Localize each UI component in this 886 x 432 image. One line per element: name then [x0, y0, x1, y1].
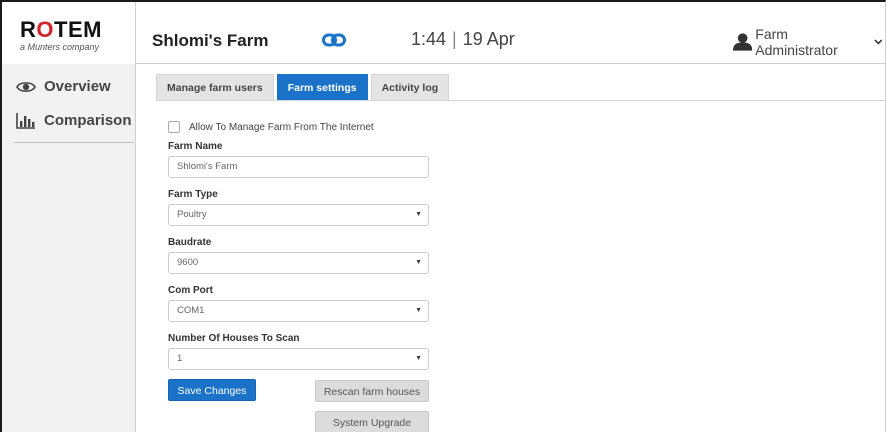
tab-activity-log[interactable]: Activity log [370, 74, 450, 100]
logo-tagline: a Munters company [20, 42, 100, 52]
houses-to-scan-select[interactable]: 1 ▼ [168, 348, 429, 370]
sidebar-divider [14, 142, 134, 143]
dropdown-caret-icon: ▼ [415, 355, 422, 362]
link-icon[interactable] [322, 32, 346, 48]
top-header: ROTEM a Munters company Shlomi's Farm 1:… [2, 2, 885, 64]
sidebar-item-label: Comparison [44, 112, 132, 129]
logo[interactable]: ROTEM a Munters company [2, 2, 136, 64]
sidebar: Overview Comparison [2, 64, 136, 432]
clock: 1:44 | 19 Apr [411, 29, 515, 49]
houses-to-scan-value: 1 [177, 353, 183, 364]
time-value: 1:44 [411, 29, 447, 49]
com-port-select[interactable]: COM1 ▼ [168, 300, 429, 322]
tab-manage-farm-users[interactable]: Manage farm users [156, 74, 274, 100]
dropdown-caret-icon: ▼ [415, 259, 422, 266]
logo-wordmark: ROTEM [20, 17, 102, 42]
farm-type-value: Poultry [177, 209, 207, 220]
dropdown-caret-icon: ▼ [415, 307, 422, 314]
baudrate-select[interactable]: 9600 ▼ [168, 252, 429, 274]
user-name: Farm Administrator [755, 26, 838, 58]
eye-icon [16, 81, 36, 92]
allow-internet-checkbox[interactable] [168, 121, 180, 133]
app-window: ROTEM a Munters company Shlomi's Farm 1:… [0, 0, 886, 432]
farm-type-label: Farm Type [168, 189, 218, 200]
houses-to-scan-label: Number Of Houses To Scan [168, 333, 300, 344]
bar-chart-icon [16, 112, 35, 129]
sidebar-item-label: Overview [44, 78, 111, 95]
farm-title: Shlomi's Farm [152, 31, 269, 50]
farm-name-label: Farm Name [168, 141, 223, 152]
tab-farm-settings[interactable]: Farm settings [276, 74, 368, 100]
farm-name-input[interactable]: Shlomi's Farm [168, 156, 429, 178]
settings-tabs: Manage farm users Farm settings Activity… [156, 74, 452, 100]
allow-internet-label: Allow To Manage Farm From The Internet [189, 121, 374, 133]
sidebar-item-overview[interactable]: Overview [16, 78, 111, 95]
system-upgrade-button[interactable]: System Upgrade [315, 411, 429, 432]
farm-type-select[interactable]: Poultry ▼ [168, 204, 429, 226]
rescan-farm-houses-button[interactable]: Rescan farm houses [315, 380, 429, 402]
user-icon [733, 33, 753, 51]
save-changes-button[interactable]: Save Changes [168, 379, 256, 401]
user-menu[interactable]: Farm Administrator [733, 26, 885, 58]
chevron-down-icon [874, 39, 883, 45]
farm-name-value: Shlomi's Farm [177, 161, 238, 172]
com-port-value: COM1 [177, 305, 205, 316]
sidebar-item-comparison[interactable]: Comparison [16, 112, 132, 129]
com-port-label: Com Port [168, 285, 213, 296]
allow-internet-row: Allow To Manage Farm From The Internet [168, 121, 374, 133]
dropdown-caret-icon: ▼ [415, 211, 422, 218]
tab-divider [156, 100, 885, 101]
baudrate-label: Baudrate [168, 237, 212, 248]
baudrate-value: 9600 [177, 257, 199, 268]
date-value: 19 Apr [462, 29, 515, 49]
